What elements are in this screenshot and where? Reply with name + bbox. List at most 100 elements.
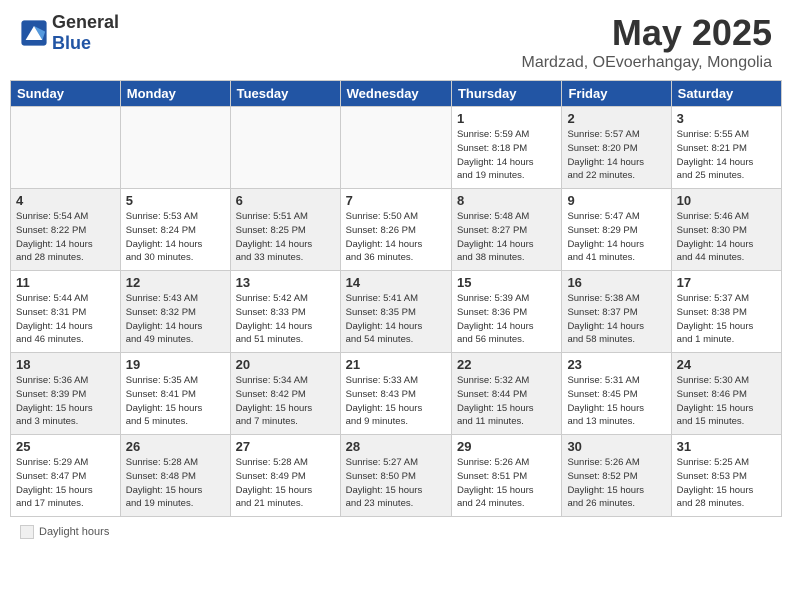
location-subtitle: Mardzad, OEvoerhangay, Mongolia	[521, 54, 772, 72]
day-number: 12	[126, 275, 225, 290]
cell-info: Sunrise: 5:33 AMSunset: 8:43 PMDaylight:…	[346, 374, 446, 429]
day-number: 11	[16, 275, 115, 290]
table-row: 26Sunrise: 5:28 AMSunset: 8:48 PMDayligh…	[120, 435, 230, 517]
day-number: 14	[346, 275, 446, 290]
day-number: 22	[457, 357, 556, 372]
table-row: 3Sunrise: 5:55 AMSunset: 8:21 PMDaylight…	[671, 107, 781, 189]
cell-info: Sunrise: 5:26 AMSunset: 8:51 PMDaylight:…	[457, 456, 556, 511]
day-number: 23	[567, 357, 665, 372]
cell-info: Sunrise: 5:57 AMSunset: 8:20 PMDaylight:…	[567, 128, 665, 183]
table-row: 14 Sunrise: 5:41 AMSunset: 8:35 PMDayligh…	[340, 271, 451, 353]
day-number: 9	[567, 193, 665, 208]
header-monday: Monday	[120, 81, 230, 107]
cell-info: Sunrise: 5:37 AMSunset: 8:38 PMDaylight:…	[677, 292, 776, 347]
table-row: 30 Sunrise: 5:26 AMSunset: 8:52 PMDayligh…	[562, 435, 671, 517]
table-row: 29 Sunrise: 5:26 AMSunset: 8:51 PMDayligh…	[451, 435, 561, 517]
day-number: 10	[677, 193, 776, 208]
cell-info: Sunrise: 5:34 AMSunset: 8:42 PMDaylight:…	[236, 374, 335, 429]
logo-general-text: General	[52, 12, 119, 33]
cell-info: Sunrise: 5:50 AMSunset: 8:26 PMDaylight:…	[346, 210, 446, 265]
day-number: 19	[126, 357, 225, 372]
logo-icon	[20, 19, 48, 47]
legend-box	[20, 525, 34, 539]
day-number: 30	[567, 439, 665, 454]
cell-info: Sunrise: 5:46 AMSunset: 8:30 PMDaylight:…	[677, 210, 776, 265]
table-row: 7Sunrise: 5:50 AMSunset: 8:26 PMDaylight…	[340, 189, 451, 271]
table-row: 25Sunrise: 5:29 AMSunset: 8:47 PMDayligh…	[11, 435, 121, 517]
cell-info: Sunrise: 5:53 AMSunset: 8:24 PMDaylight:…	[126, 210, 225, 265]
table-row: 4 Sunrise: 5:54 AMSunset: 8:22 PMDaylight…	[11, 189, 121, 271]
day-number: 18	[16, 357, 115, 372]
cell-info: Sunrise: 5:43 AMSunset: 8:32 PMDaylight:…	[126, 292, 225, 347]
page-header: General Blue May 2025 Mardzad, OEvoerhan…	[0, 0, 792, 80]
header-saturday: Saturday	[671, 81, 781, 107]
calendar-week-3: 11 Sunrise: 5:44 AMSunset: 8:31 PMDayligh…	[11, 271, 782, 353]
legend-label: Daylight hours	[39, 526, 109, 538]
table-row: 13 Sunrise: 5:42 AMSunset: 8:33 PMDayligh…	[230, 271, 340, 353]
table-row: 28 Sunrise: 5:27 AMSunset: 8:50 PMDayligh…	[340, 435, 451, 517]
table-row	[230, 107, 340, 189]
day-number: 28	[346, 439, 446, 454]
day-number: 24	[677, 357, 776, 372]
table-row: 27 Sunrise: 5:28 AMSunset: 8:49 PMDayligh…	[230, 435, 340, 517]
logo: General Blue	[20, 12, 119, 54]
header-sunday: Sunday	[11, 81, 121, 107]
header-thursday: Thursday	[451, 81, 561, 107]
cell-info: Sunrise: 5:28 AMSunset: 8:48 PMDaylight:…	[126, 456, 225, 511]
table-row: 17 Sunrise: 5:37 AMSunset: 8:38 PMDayligh…	[671, 271, 781, 353]
cell-info: Sunrise: 5:41 AMSunset: 8:35 PMDaylight:…	[346, 292, 446, 347]
table-row: 15Sunrise: 5:39 AMSunset: 8:36 PMDayligh…	[451, 271, 561, 353]
day-number: 4	[16, 193, 115, 208]
table-row: 1 Sunrise: 5:59 AMSunset: 8:18 PMDaylight…	[451, 107, 561, 189]
cell-info: Sunrise: 5:38 AMSunset: 8:37 PMDaylight:…	[567, 292, 665, 347]
cell-info: Sunrise: 5:54 AMSunset: 8:22 PMDaylight:…	[16, 210, 115, 265]
table-row: 6Sunrise: 5:51 AMSunset: 8:25 PMDaylight…	[230, 189, 340, 271]
table-row: 19 Sunrise: 5:35 AMSunset: 8:41 PMDayligh…	[120, 353, 230, 435]
table-row: 22 Sunrise: 5:32 AMSunset: 8:44 PMDayligh…	[451, 353, 561, 435]
day-number: 15	[457, 275, 556, 290]
day-number: 16	[567, 275, 665, 290]
cell-info: Sunrise: 5:59 AMSunset: 8:18 PMDaylight:…	[457, 128, 556, 183]
table-row	[120, 107, 230, 189]
cell-info: Sunrise: 5:30 AMSunset: 8:46 PMDaylight:…	[677, 374, 776, 429]
table-row: 16 Sunrise: 5:38 AMSunset: 8:37 PMDayligh…	[562, 271, 671, 353]
cell-info: Sunrise: 5:44 AMSunset: 8:31 PMDaylight:…	[16, 292, 115, 347]
day-number: 29	[457, 439, 556, 454]
cell-info: Sunrise: 5:42 AMSunset: 8:33 PMDaylight:…	[236, 292, 335, 347]
table-row: 23Sunrise: 5:31 AMSunset: 8:45 PMDayligh…	[562, 353, 671, 435]
day-number: 17	[677, 275, 776, 290]
cell-info: Sunrise: 5:32 AMSunset: 8:44 PMDaylight:…	[457, 374, 556, 429]
table-row	[11, 107, 121, 189]
title-section: May 2025 Mardzad, OEvoerhangay, Mongolia	[521, 12, 772, 72]
table-row: 11 Sunrise: 5:44 AMSunset: 8:31 PMDayligh…	[11, 271, 121, 353]
day-number: 1	[457, 111, 556, 126]
table-row: 21 Sunrise: 5:33 AMSunset: 8:43 PMDayligh…	[340, 353, 451, 435]
logo-text: General Blue	[52, 12, 119, 54]
calendar-week-1: 1 Sunrise: 5:59 AMSunset: 8:18 PMDaylight…	[11, 107, 782, 189]
day-number: 25	[16, 439, 115, 454]
cell-info: Sunrise: 5:36 AMSunset: 8:39 PMDaylight:…	[16, 374, 115, 429]
header-tuesday: Tuesday	[230, 81, 340, 107]
table-row: 18 Sunrise: 5:36 AMSunset: 8:39 PMDayligh…	[11, 353, 121, 435]
legend: Daylight hours	[10, 521, 792, 543]
day-number: 13	[236, 275, 335, 290]
day-number: 2	[567, 111, 665, 126]
cell-info: Sunrise: 5:28 AMSunset: 8:49 PMDaylight:…	[236, 456, 335, 511]
cell-info: Sunrise: 5:51 AMSunset: 8:25 PMDaylight:…	[236, 210, 335, 265]
cell-info: Sunrise: 5:35 AMSunset: 8:41 PMDaylight:…	[126, 374, 225, 429]
table-row: 2 Sunrise: 5:57 AMSunset: 8:20 PMDaylight…	[562, 107, 671, 189]
calendar-header-row: Sunday Monday Tuesday Wednesday Thursday…	[11, 81, 782, 107]
calendar-week-5: 25Sunrise: 5:29 AMSunset: 8:47 PMDayligh…	[11, 435, 782, 517]
day-number: 5	[126, 193, 225, 208]
day-number: 31	[677, 439, 776, 454]
cell-info: Sunrise: 5:27 AMSunset: 8:50 PMDaylight:…	[346, 456, 446, 511]
day-number: 27	[236, 439, 335, 454]
table-row: 31Sunrise: 5:25 AMSunset: 8:53 PMDayligh…	[671, 435, 781, 517]
table-row	[340, 107, 451, 189]
cell-info: Sunrise: 5:26 AMSunset: 8:52 PMDaylight:…	[567, 456, 665, 511]
calendar-week-2: 4 Sunrise: 5:54 AMSunset: 8:22 PMDaylight…	[11, 189, 782, 271]
day-number: 21	[346, 357, 446, 372]
cell-info: Sunrise: 5:55 AMSunset: 8:21 PMDaylight:…	[677, 128, 776, 183]
header-wednesday: Wednesday	[340, 81, 451, 107]
day-number: 20	[236, 357, 335, 372]
